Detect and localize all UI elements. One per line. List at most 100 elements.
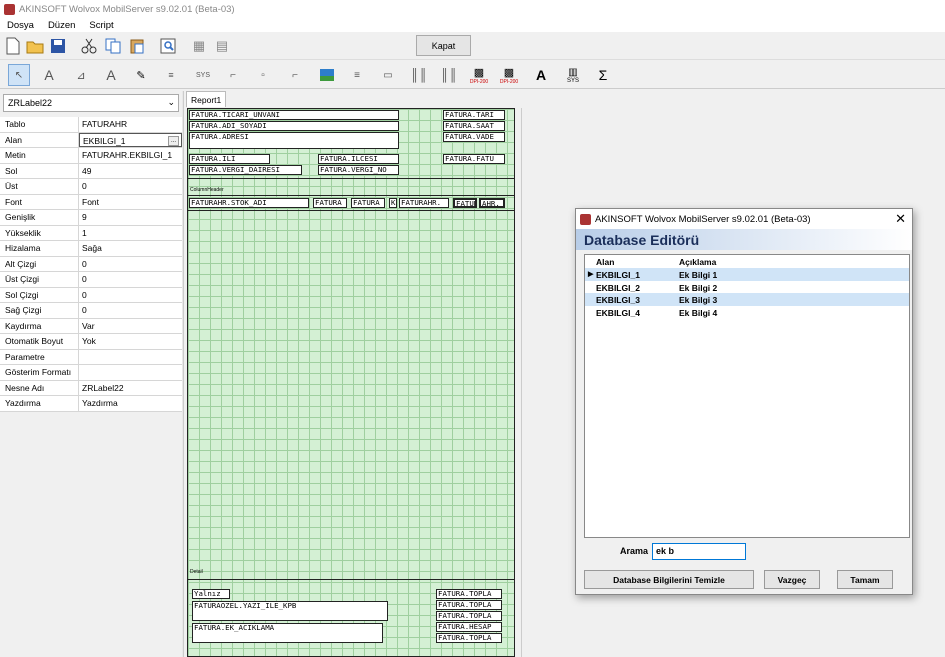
expression-tool-icon[interactable]: ✎ — [130, 64, 152, 86]
property-value[interactable]: 49 — [79, 164, 182, 179]
report-canvas[interactable]: FATURA.TICARI_UNVANI FATURA.ADI_SOYADI F… — [187, 108, 515, 657]
property-value[interactable]: FATURAHR — [79, 117, 182, 132]
label-tool-icon[interactable]: A — [38, 64, 60, 86]
property-row[interactable]: Parametre — [0, 349, 182, 365]
qr2-tool-icon[interactable]: ▩ DPI-200 — [498, 64, 520, 86]
property-value[interactable]: 0 — [79, 272, 182, 287]
property-value[interactable]: EKBILGI_1... — [79, 132, 182, 147]
menu-dosya[interactable]: Dosya — [0, 20, 41, 31]
save-icon[interactable] — [48, 36, 68, 56]
chevron-down-icon[interactable]: ⌄ — [167, 97, 175, 108]
barcode2-tool-icon[interactable]: ║║ — [438, 64, 460, 86]
property-value[interactable]: Var — [79, 319, 182, 334]
field-grid[interactable]: Alan Açıklama ▶ EKBILGI_1 Ek Bilgi 1 EKBILG… — [584, 254, 910, 538]
field-vergi-no[interactable]: FATURA.VERGI_NO — [318, 165, 399, 175]
column-aciklama[interactable]: Açıklama — [679, 255, 889, 268]
property-row[interactable]: Yazdırma Yazdırma — [0, 396, 182, 412]
cut-icon[interactable] — [79, 36, 99, 56]
text-db-tool-icon[interactable]: A — [530, 64, 552, 86]
sum-tool-icon[interactable]: Σ — [592, 64, 614, 86]
field-yalniz[interactable]: Yalnız — [192, 589, 230, 599]
field-col-4[interactable]: K — [389, 198, 397, 208]
copy-icon[interactable] — [103, 36, 123, 56]
property-value[interactable]: 9 — [79, 210, 182, 225]
tab-report1[interactable]: Report1 — [186, 91, 226, 107]
property-row[interactable]: Sağ Çizgi 0 — [0, 303, 182, 319]
property-value[interactable]: Yazdırma — [79, 396, 182, 411]
qr-tool-icon[interactable]: ▩ DPI-200 — [468, 64, 490, 86]
field-col-5[interactable]: FATURAHR. — [399, 198, 449, 208]
table-row[interactable]: EKBILGI_4 Ek Bilgi 4 — [585, 306, 909, 319]
grid-icon[interactable]: ▦ — [189, 36, 209, 56]
memo-tool-icon[interactable]: ≡ — [160, 64, 182, 86]
property-row[interactable]: Gösterim Formatı — [0, 365, 182, 381]
group-tool-icon[interactable]: ▭ — [377, 64, 399, 86]
property-row[interactable]: Kaydırma Var — [0, 318, 182, 334]
property-row[interactable]: Sol Çizgi 0 — [0, 287, 182, 303]
column-alan[interactable]: Alan — [585, 255, 679, 268]
ok-button[interactable]: Tamam — [837, 570, 893, 589]
menu-script[interactable]: Script — [82, 20, 120, 31]
property-row[interactable]: Yükseklik 1 — [0, 225, 182, 241]
table-row[interactable]: ▶ EKBILGI_1 Ek Bilgi 1 — [585, 268, 909, 281]
field-ek-aciklama[interactable]: FATURA.EK_ACIKLAMA — [192, 623, 383, 643]
property-row[interactable]: Hizalama Sağa — [0, 241, 182, 257]
field-vade[interactable]: FATURA.VADE — [443, 132, 505, 142]
clear-database-button[interactable]: Database Bilgilerini Temizle — [584, 570, 754, 589]
sysdata-tool-icon[interactable]: SYS — [192, 64, 214, 86]
property-row[interactable]: Üst 0 — [0, 179, 182, 195]
property-row[interactable]: Font Font — [0, 194, 182, 210]
property-row[interactable]: Otomatik Boyut Yok — [0, 334, 182, 350]
property-value[interactable] — [79, 350, 182, 365]
field-toplam-2[interactable]: FATURA.TOPLA — [436, 600, 502, 610]
align-grid-icon[interactable]: ▤ — [212, 36, 232, 56]
property-value[interactable]: Font — [79, 195, 182, 210]
field-adi-soyadi[interactable]: FATURA.ADI_SOYADI — [189, 121, 399, 131]
db-label-tool-icon[interactable]: ⊿ — [70, 64, 92, 86]
property-value[interactable]: 0 — [79, 179, 182, 194]
field-tarih[interactable]: FATURA.TARI — [443, 110, 505, 120]
close-icon[interactable]: ✕ — [895, 211, 906, 227]
property-row[interactable]: Sol 49 — [0, 163, 182, 179]
field-fatura-no[interactable]: FATURA.FATU — [443, 154, 505, 164]
line-tool-icon[interactable]: ≡ — [346, 64, 368, 86]
image-tool-icon[interactable] — [316, 64, 338, 86]
field-yazi-ile[interactable]: FATURAOZEL.YAZI_ILE_KPB — [192, 601, 388, 621]
field-ticari-unvani[interactable]: FATURA.TICARI_UNVANI — [189, 110, 399, 120]
property-row[interactable]: Tablo FATURAHR — [0, 117, 182, 133]
property-row[interactable]: Nesne Adı ZRLabel22 — [0, 380, 182, 396]
paste-icon[interactable] — [127, 36, 147, 56]
close-report-button[interactable]: Kapat — [416, 35, 471, 56]
field-stok-adi[interactable]: FATURAHR.STOK_ADI — [189, 198, 309, 208]
property-row[interactable]: Genişlik 9 — [0, 210, 182, 226]
field-hesap[interactable]: FATURA.HESAP — [436, 622, 502, 632]
property-row[interactable]: Metin FATURAHR.EKBILGI_1 — [0, 148, 182, 164]
pointer-tool-icon[interactable]: ↖ — [8, 64, 30, 86]
property-row[interactable]: Alan EKBILGI_1... — [0, 132, 182, 148]
field-toplam-1[interactable]: FATURA.TOPLA — [436, 589, 502, 599]
table-row[interactable]: EKBILGI_2 Ek Bilgi 2 — [585, 281, 909, 294]
search-input[interactable]: ek b — [652, 543, 746, 560]
new-file-icon[interactable] — [3, 36, 23, 56]
field-col-3[interactable]: FATURA — [351, 198, 385, 208]
field-ilcesi[interactable]: FATURA.ILCESI — [318, 154, 399, 164]
field-col-6[interactable]: FATUR — [453, 198, 477, 208]
rich-text-tool-icon[interactable]: ▫ — [252, 64, 274, 86]
field-vergi-dairesi[interactable]: FATURA.VERGI_DAIRESI — [189, 165, 302, 175]
component-select[interactable]: ZRLabel22 ⌄ — [3, 94, 179, 112]
shape-tool-icon[interactable]: ⌐ — [222, 64, 244, 86]
property-value[interactable]: 0 — [79, 303, 182, 318]
field-ili[interactable]: FATURA.ILI — [189, 154, 270, 164]
property-row[interactable]: Üst Çizgi 0 — [0, 272, 182, 288]
field-saat[interactable]: FATURA.SAAT — [443, 121, 505, 131]
menu-duzen[interactable]: Düzen — [41, 20, 82, 31]
field-adresi[interactable]: FATURA.ADRESI — [189, 132, 399, 149]
field-col-2[interactable]: FATURA — [313, 198, 347, 208]
open-folder-icon[interactable] — [25, 36, 45, 56]
cancel-button[interactable]: Vazgeç — [764, 570, 820, 589]
field-toplam-4[interactable]: FATURA.TOPLA — [436, 633, 502, 643]
ellipsis-button[interactable]: ... — [168, 135, 179, 146]
property-value[interactable]: 0 — [79, 288, 182, 303]
property-row[interactable]: Alt Çizgi 0 — [0, 256, 182, 272]
property-value[interactable]: 1 — [79, 226, 182, 241]
